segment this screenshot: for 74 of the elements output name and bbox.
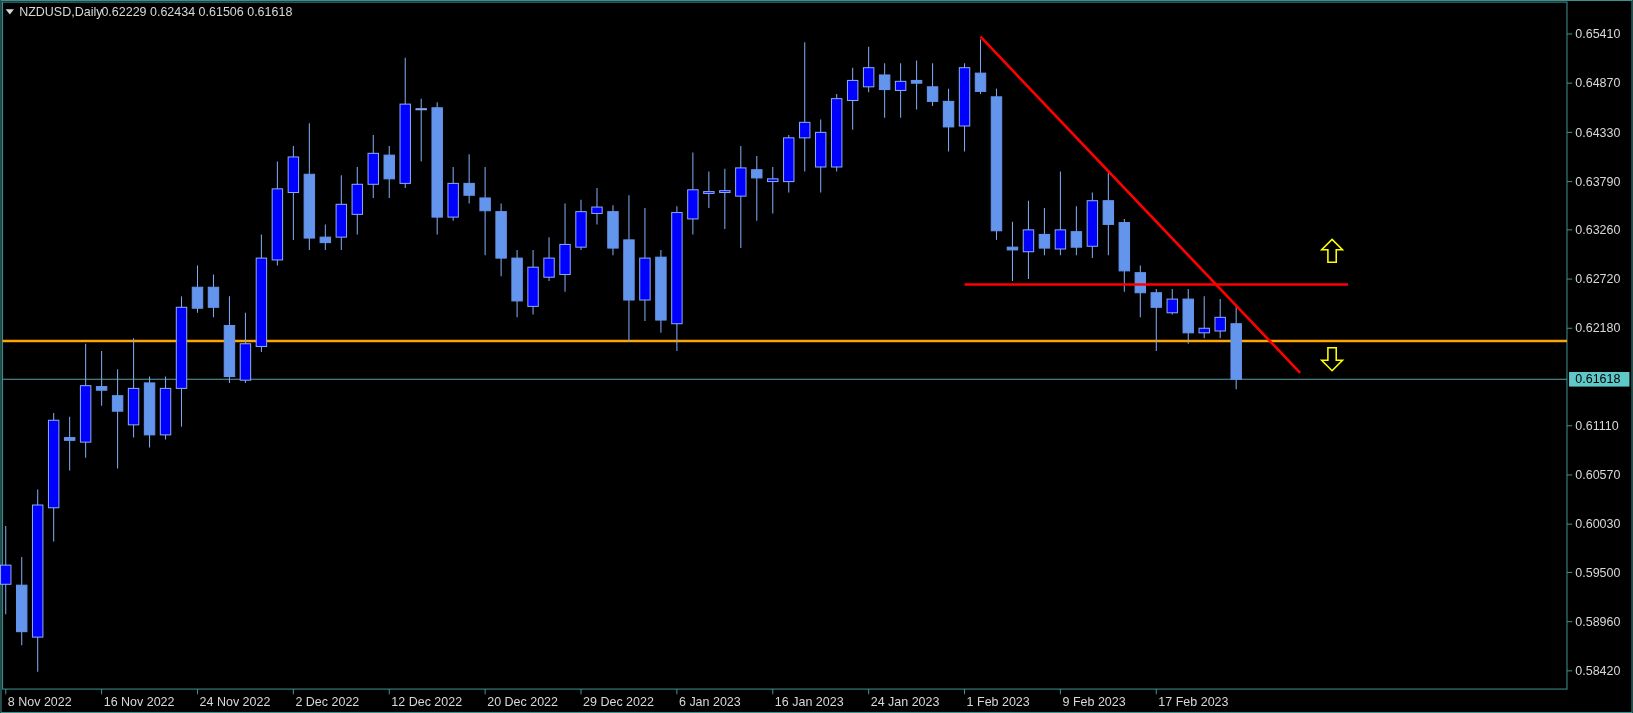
axis-label: 0.60570 [1575, 468, 1621, 483]
symbol-label: NZDUSD,Daily [19, 4, 103, 19]
down-arrow-icon [1319, 347, 1345, 372]
candlestick [1006, 221, 1019, 282]
candlestick [1086, 192, 1099, 259]
candlestick [1214, 298, 1226, 339]
candlestick [878, 62, 891, 119]
axis-label: 29 Dec 2022 [583, 694, 654, 709]
axis-label: 0.61110 [1575, 418, 1619, 433]
candlestick [767, 166, 779, 214]
candlestick [719, 168, 731, 230]
candlestick [607, 204, 619, 256]
candlestick [543, 236, 555, 282]
candlestick [846, 67, 859, 131]
candlestick [159, 376, 172, 440]
axis-label: 0.58960 [1575, 614, 1621, 629]
axis-label: 0.65410 [1575, 27, 1621, 42]
axis-label: 0.59500 [1575, 565, 1621, 580]
candlestick [575, 199, 587, 251]
axis-label: 1 Feb 2023 [966, 694, 1030, 709]
candlestick [591, 187, 603, 225]
axis-label: 9 Feb 2023 [1062, 694, 1126, 709]
candlestick [703, 171, 715, 209]
candlestick [367, 134, 379, 199]
candlestick [95, 350, 108, 407]
candlestick [239, 312, 252, 384]
axis-label: 17 Feb 2023 [1158, 694, 1229, 709]
candlestick [63, 416, 76, 471]
axis-label: 0.63260 [1575, 223, 1621, 237]
axis-label: 24 Jan 2023 [870, 694, 940, 709]
axis-label: 0.60030 [1575, 517, 1621, 532]
axis-label: 0.58420 [1575, 664, 1621, 678]
candlestick [415, 98, 427, 163]
candlestick [974, 38, 987, 95]
axis-label: 2 Dec 2022 [295, 694, 360, 709]
axis-label: 16 Nov 2022 [103, 694, 175, 709]
axis-label: 24 Nov 2022 [199, 694, 271, 709]
candlestick [942, 88, 955, 152]
candlestick [1182, 288, 1194, 345]
axis-label: 0.62720 [1575, 272, 1621, 287]
axis-label: 0.63790 [1575, 174, 1621, 189]
dropdown-triangle-icon[interactable] [5, 9, 14, 15]
candlestick [383, 145, 395, 199]
candlestick [351, 166, 363, 235]
candlestick [191, 264, 204, 314]
candlestick [319, 223, 332, 251]
axis-label: 20 Dec 2022 [487, 694, 558, 709]
candlestick [1150, 288, 1162, 352]
candlestick [1134, 264, 1147, 318]
candlestick [1038, 207, 1051, 256]
axis-label: 8 Nov 2022 [7, 694, 72, 709]
candlestick [894, 62, 907, 119]
up-arrow-icon [1319, 238, 1345, 264]
candlestick [527, 249, 539, 316]
axis-label: 16 Jan 2023 [774, 694, 844, 709]
candlestick [783, 134, 795, 193]
candlestick [1070, 205, 1083, 256]
axis-label: 6 Jan 2023 [678, 694, 741, 709]
axis-label: 12 Dec 2022 [391, 694, 463, 709]
candlestick [207, 274, 220, 318]
candlestick [862, 46, 875, 93]
axis-label: 0.62180 [1575, 321, 1621, 336]
candlestick [511, 249, 523, 318]
axis-label: 0.64870 [1575, 76, 1621, 91]
candlestick [926, 62, 939, 107]
candlestick [1166, 288, 1178, 316]
candlestick [751, 155, 763, 222]
candlestick [447, 166, 459, 222]
ohlc-values: 0.62229 0.62434 0.61506 0.61618 [101, 4, 293, 19]
candlestick [463, 153, 475, 204]
candlestick [1198, 295, 1210, 339]
candlestick [910, 59, 923, 111]
axis-label: 0.64330 [1575, 125, 1621, 140]
price-label: 0.61618 [1569, 372, 1630, 387]
